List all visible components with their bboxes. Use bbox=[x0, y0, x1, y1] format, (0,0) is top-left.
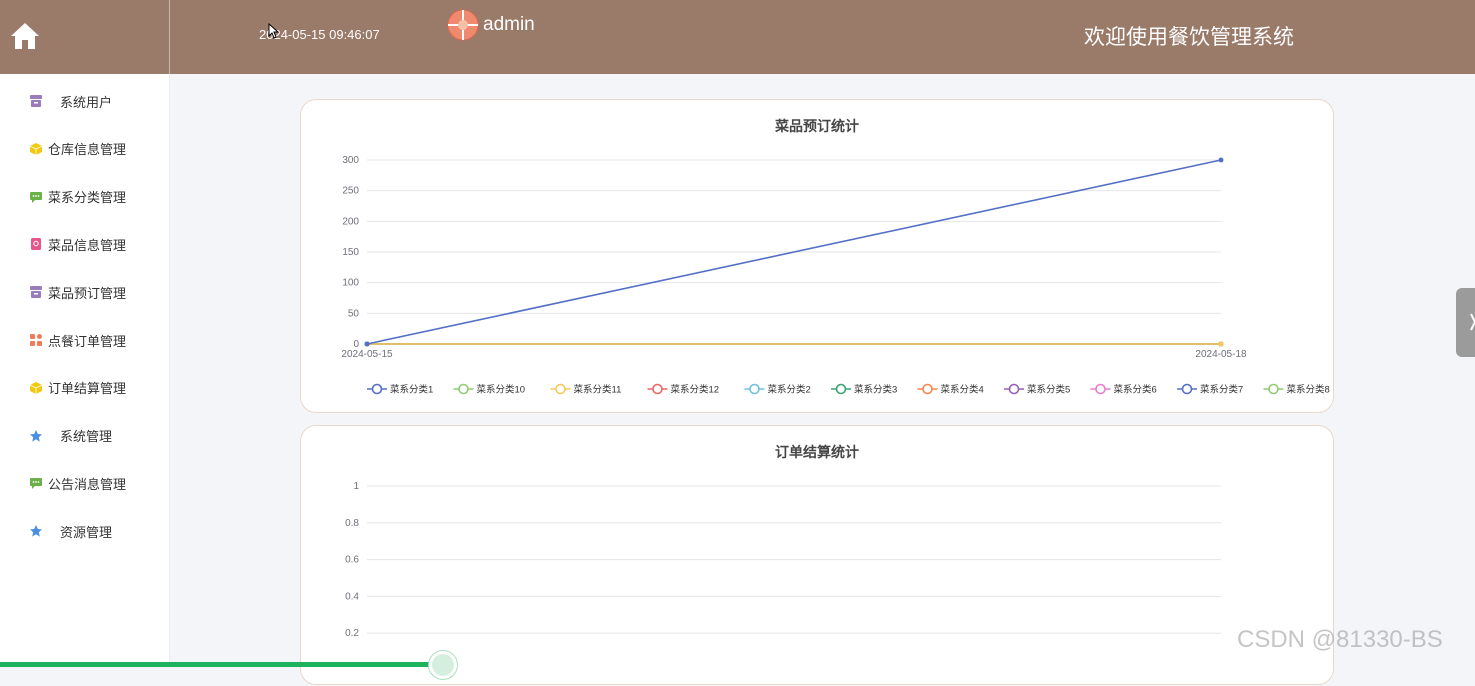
sidebar-item-label: 仓库信息管理 bbox=[48, 142, 127, 158]
data-point bbox=[1218, 157, 1224, 163]
sidebar-item-label: 系统管理 bbox=[60, 429, 113, 445]
legend-marker bbox=[652, 383, 663, 395]
legend-marker bbox=[371, 383, 383, 395]
legend-marker bbox=[835, 383, 847, 395]
cube-icon bbox=[29, 381, 43, 395]
archive-icon bbox=[29, 94, 43, 108]
sidebar-item[interactable]: 仓库信息管理 bbox=[0, 134, 170, 164]
reservation-chart-card: 菜品预订统计 0 50 100 150 200 250 300 2024-05-15 2024-… bbox=[300, 99, 1334, 413]
legend-marker bbox=[458, 383, 469, 395]
legend-item[interactable]: 菜系分类1 bbox=[367, 384, 433, 396]
legend-item[interactable]: 菜系分类11 bbox=[550, 383, 622, 396]
legend-label: 菜系分类1 bbox=[390, 384, 433, 396]
message-icon bbox=[29, 476, 43, 490]
y-tick-label: 100 bbox=[342, 278, 359, 289]
sidebar-item-label: 菜系分类管理 bbox=[48, 190, 127, 206]
y-tick-label: 0.2 bbox=[345, 628, 359, 639]
legend-item[interactable]: 菜系分类5 bbox=[1004, 384, 1070, 396]
message-icon bbox=[29, 190, 43, 204]
chevron-right-icon bbox=[1470, 313, 1475, 331]
legend-item[interactable]: 菜系分类7 bbox=[1177, 384, 1243, 396]
legend-item[interactable]: 菜系分类8 bbox=[1263, 383, 1330, 396]
star-icon bbox=[29, 524, 43, 538]
y-tick-label: 0.8 bbox=[345, 518, 359, 529]
legend-label: 菜系分类4 bbox=[941, 384, 984, 396]
archive-icon bbox=[29, 285, 43, 299]
legend-marker bbox=[1008, 383, 1020, 395]
watermark: CSDN @81330-BS bbox=[1237, 626, 1443, 653]
legend-label: 菜系分类7 bbox=[1200, 384, 1243, 396]
data-point bbox=[1218, 341, 1224, 347]
legend-label: 菜系分类8 bbox=[1287, 384, 1330, 396]
sidebar-item[interactable]: 系统管理 bbox=[0, 421, 170, 451]
legend-label: 菜系分类6 bbox=[1114, 384, 1157, 396]
sidebar-item[interactable]: 公告消息管理 bbox=[0, 468, 170, 498]
y-tick-label: 200 bbox=[342, 216, 359, 227]
sidebar-item[interactable]: 资源管理 bbox=[0, 516, 170, 546]
y-tick-label: 0.6 bbox=[345, 555, 359, 566]
data-point bbox=[364, 341, 370, 347]
home-button[interactable] bbox=[0, 0, 170, 74]
legend-marker bbox=[1095, 383, 1106, 395]
user-menu[interactable]: admin bbox=[447, 9, 535, 41]
sidebar-item[interactable]: 点餐订单管理 bbox=[0, 325, 170, 355]
sidebar-item-label: 公告消息管理 bbox=[48, 476, 127, 492]
username: admin bbox=[483, 14, 535, 35]
settlement-chart-card: 订单结算统计 0.2 0.4 0.6 0.8 1 bbox=[300, 425, 1334, 685]
sidebar-item-label: 订单结算管理 bbox=[48, 381, 127, 397]
cube-icon bbox=[29, 142, 43, 156]
legend-item[interactable]: 菜系分类2 bbox=[744, 383, 811, 396]
legend-label: 菜系分类10 bbox=[477, 384, 526, 396]
welcome-title: 欢迎使用餐饮管理系统 bbox=[1084, 26, 1294, 49]
y-tick-label: 250 bbox=[342, 186, 359, 197]
sidebar-item[interactable]: 菜品信息管理 bbox=[0, 229, 170, 259]
y-tick-label: 1 bbox=[353, 481, 359, 492]
bag-icon bbox=[29, 237, 43, 251]
sidebar-item-label: 系统用户 bbox=[60, 94, 113, 110]
reservation-line-chart: 0501001502002503002024-05-15 2024-05-18菜系… bbox=[341, 155, 1330, 396]
x-tick-label: 2024-05-15 bbox=[341, 349, 393, 360]
legend-label: 菜系分类11 bbox=[574, 384, 622, 396]
legend-item[interactable]: 菜系分类10 bbox=[453, 383, 526, 396]
legend-marker bbox=[555, 383, 566, 395]
sidebar-item[interactable]: 系统用户 bbox=[0, 86, 170, 116]
sidebar: 系统用户仓库信息管理 菜系分类管理 菜品信息管理 菜品预订管理 点餐订单管理 订单结算管理… bbox=[0, 74, 170, 667]
legend-marker bbox=[922, 383, 933, 395]
legend-marker bbox=[749, 383, 760, 395]
sidebar-item[interactable]: 菜品预订管理 bbox=[0, 277, 170, 307]
star-icon bbox=[29, 429, 43, 443]
y-tick-label: 150 bbox=[342, 247, 359, 258]
avatar-icon bbox=[447, 9, 479, 41]
side-panel-toggle[interactable] bbox=[1456, 288, 1475, 357]
settlement-line-chart: 0.2 0.4 0.6 0.8 1 bbox=[345, 481, 1221, 639]
legend-label: 菜系分类12 bbox=[671, 384, 720, 396]
legend-item[interactable]: 菜系分类4 bbox=[917, 383, 984, 396]
legend-label: 菜系分类2 bbox=[768, 384, 811, 396]
legend-item[interactable]: 菜系分类12 bbox=[647, 383, 720, 396]
legend-item[interactable]: 菜系分类3 bbox=[831, 384, 897, 396]
legend-marker bbox=[1181, 383, 1193, 395]
sidebar-item-label: 菜品信息管理 bbox=[48, 237, 127, 253]
legend-label: 菜系分类5 bbox=[1027, 384, 1070, 396]
y-tick-label: 50 bbox=[348, 308, 360, 319]
legend-item[interactable]: 菜系分类6 bbox=[1090, 383, 1157, 396]
x-tick-label: 2024-05-18 bbox=[1195, 349, 1247, 360]
mouse-cursor-icon bbox=[268, 23, 280, 39]
progress-knob[interactable] bbox=[429, 651, 457, 679]
sidebar-item-label: 点餐订单管理 bbox=[48, 333, 127, 349]
y-tick-label: 0.4 bbox=[345, 591, 359, 602]
sidebar-item-label: 菜品预订管理 bbox=[48, 285, 127, 301]
sidebar-item[interactable]: 订单结算管理 bbox=[0, 373, 170, 403]
legend-marker bbox=[1268, 383, 1279, 395]
home-icon bbox=[11, 23, 39, 49]
top-header: 2024-05-15 09:46:07 admin 欢迎使用餐饮管理系统 bbox=[0, 0, 1475, 74]
sidebar-item-label: 资源管理 bbox=[60, 524, 113, 540]
legend-label: 菜系分类3 bbox=[854, 384, 897, 396]
y-tick-label: 300 bbox=[342, 155, 359, 166]
sidebar-item[interactable]: 菜系分类管理 bbox=[0, 182, 170, 212]
grid-icon bbox=[29, 333, 43, 347]
page-progress-bar bbox=[0, 662, 443, 667]
